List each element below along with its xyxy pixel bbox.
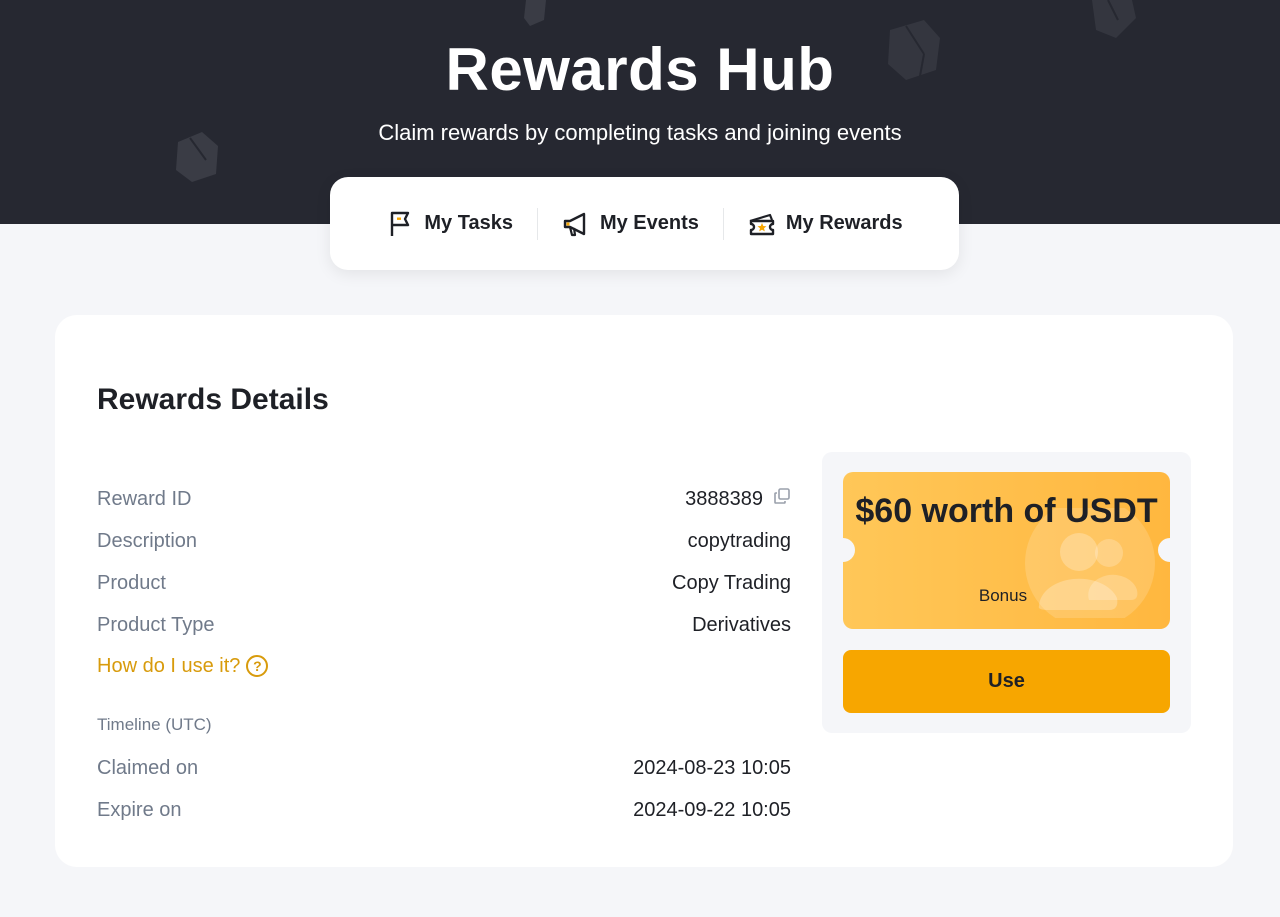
- reward-id-value: 3888389: [685, 487, 763, 510]
- detail-row-product-type: Product Type Derivatives: [97, 610, 791, 640]
- question-circle-icon: ?: [246, 655, 269, 677]
- megaphone-icon: [562, 210, 590, 238]
- tab-label: My Events: [599, 212, 699, 234]
- detail-label: Description: [97, 529, 198, 552]
- page-title: Rewards Hub: [445, 36, 835, 103]
- detail-value: Derivatives: [692, 613, 791, 636]
- voucher-notch-right: [1158, 538, 1170, 562]
- voucher-notch-left: [843, 538, 855, 562]
- timeline-row-claimed: Claimed on 2024-08-23 10:05: [97, 753, 791, 783]
- how-to-use-link[interactable]: How do I use it? ?: [97, 651, 269, 681]
- tab-label: My Tasks: [424, 212, 513, 234]
- tab-my-tasks[interactable]: My Tasks: [362, 210, 537, 238]
- detail-row-product: Product Copy Trading: [97, 568, 791, 598]
- reward-voucher: $60 worth of USDT Bonus: [843, 472, 1170, 629]
- help-link-label: How do I use it?: [97, 654, 241, 677]
- tab-my-events[interactable]: My Events: [538, 210, 723, 238]
- flag-icon: [386, 210, 414, 238]
- timeline-row-expire: Expire on 2024-09-22 10:05: [97, 795, 791, 825]
- detail-value: 3888389: [685, 487, 791, 511]
- page-subtitle: Claim rewards by completing tasks and jo…: [378, 120, 902, 145]
- rewards-details-card: Rewards Details Reward ID 3888389 Descri…: [55, 315, 1233, 867]
- section-title: Rewards Details: [97, 383, 329, 416]
- detail-row-description: Description copytrading: [97, 526, 791, 556]
- timeline-label: Claimed on: [97, 756, 199, 779]
- rewards-tab-bar: My Tasks My Events My Rewards: [330, 177, 959, 270]
- voucher-amount: $60 worth of USDT: [855, 492, 1158, 530]
- tab-label: My Rewards: [785, 212, 903, 234]
- detail-label: Reward ID: [97, 487, 192, 510]
- detail-value: Copy Trading: [672, 571, 791, 594]
- detail-value: copytrading: [687, 529, 791, 552]
- detail-row-reward-id: Reward ID 3888389: [97, 484, 791, 514]
- use-button[interactable]: Use: [843, 650, 1170, 713]
- copy-icon[interactable]: [773, 487, 791, 511]
- timeline-value: 2024-08-23 10:05: [633, 756, 791, 779]
- reward-voucher-panel: $60 worth of USDT Bonus Use: [822, 452, 1191, 733]
- gift-box-decoration: [524, 0, 546, 26]
- detail-label: Product Type: [97, 613, 215, 636]
- timeline-value: 2024-09-22 10:05: [633, 798, 791, 821]
- detail-label: Product: [97, 571, 166, 594]
- voucher-type: Bonus: [978, 586, 1028, 605]
- timeline-label: Expire on: [97, 798, 182, 821]
- ticket-icon: [748, 210, 776, 238]
- timeline-heading: Timeline (UTC): [97, 715, 212, 734]
- tab-my-rewards[interactable]: My Rewards: [724, 210, 927, 238]
